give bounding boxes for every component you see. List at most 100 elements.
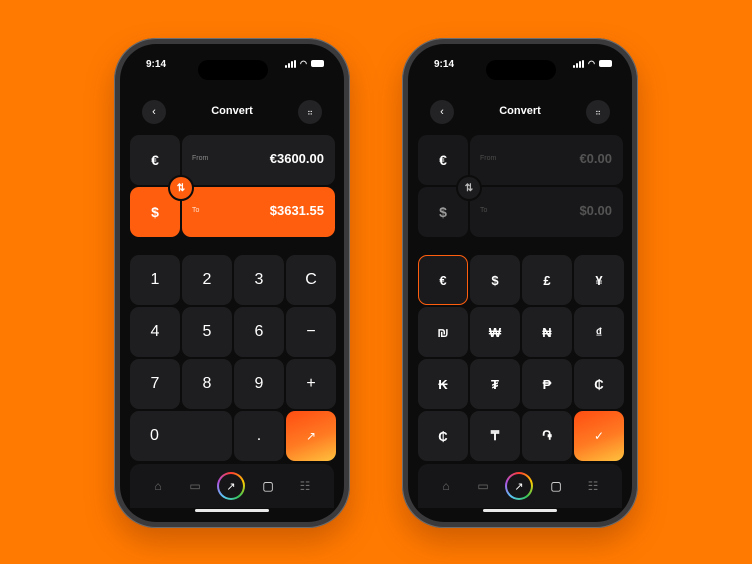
currency-option[interactable]: £ [522,255,572,305]
currency-option[interactable]: ₪ [418,307,468,357]
tab-home[interactable]: ⌂ [432,472,460,500]
home-indicator [195,509,269,512]
home-icon: ⌂ [154,479,162,493]
status-bar: 9:14 ◠ [120,56,344,80]
swap-vertical-icon: ⇅ [176,182,186,194]
to-label: To [192,207,200,214]
card-icon: ▭ [189,479,201,493]
currency-option[interactable]: ¥ [574,255,624,305]
card-icon: ▭ [477,479,489,493]
tab-transfer[interactable]: ↗ [217,472,245,500]
swap-button[interactable]: ⇅ [456,175,482,201]
from-amount-field[interactable]: From €3600.00 [182,135,335,185]
nav-bar: ‹ Convert ⠶ [408,100,632,126]
battery-icon [599,60,612,67]
tab-settings[interactable]: ☷ [579,472,607,500]
key-plus[interactable]: + [286,359,336,409]
currency-option[interactable]: ₵ [418,411,468,461]
key-8[interactable]: 8 [182,359,232,409]
tab-settings[interactable]: ☷ [291,472,319,500]
arrow-up-right-icon: ↗ [226,480,236,493]
currency-option[interactable]: ₦ [522,307,572,357]
grid-dots-icon: ⠶ [307,107,313,117]
currency-option[interactable]: ₮ [470,359,520,409]
currency-option[interactable]: $ [470,255,520,305]
tab-bar: ⌂ ▭ ↗ ▢ ☷ [130,464,334,508]
wifi-icon: ◠ [300,59,307,68]
swap-vertical-icon: ⇅ [464,182,474,194]
key-4[interactable]: 4 [130,307,180,357]
key-2[interactable]: 2 [182,255,232,305]
square-icon: ▢ [550,479,562,493]
sliders-icon: ☷ [587,479,599,493]
currency-option[interactable]: € [418,255,468,305]
to-amount-field[interactable]: To $3631.55 [182,187,335,237]
grid-dots-icon: ⠶ [595,107,601,117]
to-amount-field[interactable]: To $0.00 [470,187,623,237]
currency-option[interactable]: ₵ [574,359,624,409]
nav-bar: ‹ Convert ⠶ [120,100,344,126]
from-row: € From €0.00 [418,135,623,185]
currency-option[interactable]: ₱ [522,359,572,409]
phone-right: 9:14 ◠ ‹ Convert ⠶ € From €0.00 $ To $0.… [402,38,638,528]
arrow-up-right-icon: ↗ [305,429,317,443]
key-0[interactable]: 0 [130,411,232,461]
convert-button[interactable]: ↗ [286,411,336,461]
currency-option[interactable]: ֏ [522,411,572,461]
to-row: $ To $3631.55 [130,187,335,237]
wifi-icon: ◠ [588,59,595,68]
key-3[interactable]: 3 [234,255,284,305]
home-icon: ⌂ [442,479,450,493]
from-amount: €3600.00 [269,151,324,166]
home-indicator [483,509,557,512]
arrow-up-right-icon: ↗ [514,480,524,493]
signal-icon [285,59,297,68]
tab-transfer[interactable]: ↗ [505,472,533,500]
signal-icon [573,59,585,68]
from-amount: €0.00 [579,151,612,166]
tab-convert[interactable]: ▢ [254,472,282,500]
to-amount: $0.00 [579,203,612,218]
key-decimal[interactable]: . [234,411,284,461]
tab-bar: ⌂ ▭ ↗ ▢ ☷ [418,464,622,508]
currency-option[interactable]: ₸ [470,411,520,461]
from-amount-field[interactable]: From €0.00 [470,135,623,185]
key-6[interactable]: 6 [234,307,284,357]
to-label: To [480,207,488,214]
key-1[interactable]: 1 [130,255,180,305]
to-row: $ To $0.00 [418,187,623,237]
battery-icon [311,60,324,67]
from-label: From [480,155,497,162]
square-icon: ▢ [262,479,274,493]
from-label: From [192,155,209,162]
from-row: € From €3600.00 [130,135,335,185]
check-icon: ✓ [593,429,605,443]
status-bar: 9:14 ◠ [408,56,632,80]
currency-option[interactable]: ₫ [574,307,624,357]
currency-option[interactable]: ₭ [418,359,468,409]
key-7[interactable]: 7 [130,359,180,409]
confirm-button[interactable]: ✓ [574,411,624,461]
tab-cards[interactable]: ▭ [469,472,497,500]
phone-left: 9:14 ◠ ‹ Convert ⠶ € From €3600.00 $ To [114,38,350,528]
status-icons: ◠ [573,59,612,68]
dynamic-island [198,60,268,80]
to-amount: $3631.55 [269,203,324,218]
status-time: 9:14 [146,59,167,70]
sliders-icon: ☷ [299,479,311,493]
currency-option[interactable]: ₩ [470,307,520,357]
swap-button[interactable]: ⇅ [168,175,194,201]
screen-right: 9:14 ◠ ‹ Convert ⠶ € From €0.00 $ To $0.… [408,44,632,522]
status-time: 9:14 [434,59,455,70]
key-minus[interactable]: − [286,307,336,357]
dynamic-island [486,60,556,80]
tab-cards[interactable]: ▭ [181,472,209,500]
key-5[interactable]: 5 [182,307,232,357]
screen-left: 9:14 ◠ ‹ Convert ⠶ € From €3600.00 $ To [120,44,344,522]
key-clear[interactable]: C [286,255,336,305]
menu-button[interactable]: ⠶ [298,100,322,124]
tab-home[interactable]: ⌂ [144,472,172,500]
tab-convert[interactable]: ▢ [542,472,570,500]
key-9[interactable]: 9 [234,359,284,409]
menu-button[interactable]: ⠶ [586,100,610,124]
